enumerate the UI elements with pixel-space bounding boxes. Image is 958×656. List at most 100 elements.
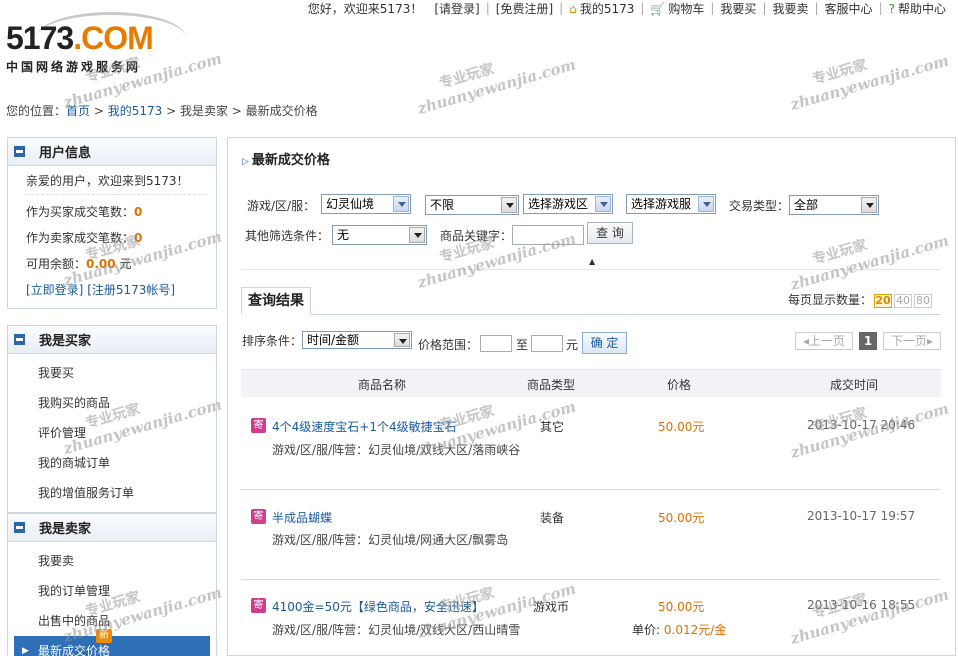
new-badge: 新 — [96, 629, 112, 643]
home-icon: ⌂ — [569, 1, 577, 16]
sort-label: 排序条件： — [242, 334, 303, 348]
price-max-input[interactable] — [531, 335, 563, 352]
sell-link[interactable]: 我要卖 — [766, 0, 814, 17]
breadcrumb: 您的位置：首页 > 我的5173 > 我是卖家 > 最新成交价格 — [6, 104, 318, 118]
item-price: 50.00元 — [658, 600, 705, 614]
login-now-link[interactable]: [立即登录] — [26, 283, 83, 297]
trade-type-label: 交易类型： — [729, 199, 790, 213]
login-link[interactable]: [请登录] — [428, 0, 485, 17]
item-type: 游戏币 — [533, 600, 570, 614]
game-select[interactable]: 幻灵仙境 — [321, 194, 411, 214]
col-price: 价格 — [667, 378, 692, 392]
confirm-button[interactable]: 确 定 — [582, 332, 627, 354]
buyer-item-vas-orders[interactable]: 我的增值服务订单 — [8, 478, 216, 508]
item-server: 游戏/区/服/阵营：幻灵仙境/网通大区/飘雾岛 — [272, 533, 509, 547]
arrow-right-icon: ▶ — [22, 646, 29, 656]
page-current[interactable]: 1 — [859, 332, 877, 350]
item-price: 50.00元 — [658, 511, 705, 525]
trade-type-select[interactable]: 全部 — [789, 195, 879, 215]
breadcrumb-my5173[interactable]: 我的5173 — [108, 104, 163, 118]
logo-brand: 5173 — [6, 20, 74, 56]
help-link[interactable]: ? 帮助中心 — [883, 0, 952, 17]
item-type: 其它 — [540, 420, 565, 434]
chevron-down-icon — [595, 196, 611, 212]
cart-link[interactable]: 🛒 购物车 — [644, 0, 710, 17]
consign-tag: 寄 — [251, 418, 266, 433]
per-page-80[interactable]: 80 — [914, 294, 933, 308]
buyer-item-buy[interactable]: 我要买 — [8, 358, 216, 388]
buyer-item-mall-orders[interactable]: 我的商城订单 — [8, 448, 216, 478]
welcome-text: 亲爱的用户，欢迎来到5173！ — [26, 172, 206, 195]
item-name-link[interactable]: 半成品蝴蝶 — [272, 509, 332, 526]
seller-count: 0 — [134, 231, 143, 245]
item-name-link[interactable]: 4个4级速度宝石+1个4级敏捷宝石 — [272, 418, 457, 435]
register-account-link[interactable]: [注册5173帐号] — [87, 283, 175, 297]
col-time: 成交时间 — [830, 378, 879, 392]
item-name-link[interactable]: 4100金=50元【绿色商品，安全迅速】 — [272, 598, 484, 615]
table-row: 寄 4100金=50元【绿色商品，安全迅速】 游戏/区/服/阵营：幻灵仙境/双线… — [241, 580, 941, 656]
keyword-input[interactable] — [512, 225, 584, 245]
seller-panel: 我是卖家 我要卖 我的订单管理 出售中的商品 ▶ 最新成交价格 新 — [7, 513, 217, 656]
item-type: 装备 — [540, 511, 565, 525]
cart-icon: 🛒 — [650, 1, 666, 16]
seller-item-orders[interactable]: 我的订单管理 — [8, 576, 216, 606]
per-page-40[interactable]: 40 — [894, 294, 913, 308]
site-logo[interactable]: 5173.COM 中国网络游戏服务网 — [6, 12, 186, 76]
top-nav: 您好，欢迎来5173！ [请登录] | [免费注册] | ⌂ 我的5173 | 🛒… — [302, 0, 952, 16]
buyer-item-purchased[interactable]: 我购买的商品 — [8, 388, 216, 418]
price-min-input[interactable] — [480, 335, 512, 352]
greeting-text: 您好，欢迎来5173！ — [307, 1, 423, 16]
seller-item-latest-prices[interactable]: ▶ 最新成交价格 新 — [14, 629, 210, 656]
buyer-count: 0 — [134, 205, 143, 219]
game-label: 游戏/区/服： — [247, 199, 316, 213]
logo-domain: .COM — [73, 20, 154, 56]
item-time: 2013-10-16 18:55 — [807, 598, 916, 612]
other-filter-label: 其他筛选条件： — [245, 229, 330, 243]
buyer-item-reviews[interactable]: 评价管理 — [8, 418, 216, 448]
prev-page-button[interactable]: ◂上一页 — [795, 332, 853, 350]
next-page-button[interactable]: 下一页▸ — [883, 332, 941, 350]
breadcrumb-home[interactable]: 首页 — [66, 104, 90, 118]
item-time: 2013-10-17 19:57 — [807, 509, 916, 523]
buyer-panel: 我是买家 我要买 我购买的商品 评价管理 我的商城订单 我的增值服务订单 — [7, 325, 217, 513]
unlimited-select[interactable]: 不限 — [425, 195, 519, 215]
chevron-down-icon — [394, 333, 410, 347]
chevron-down-icon — [393, 196, 409, 212]
server-select[interactable]: 选择游戏服 — [626, 194, 716, 214]
collapse-icon[interactable] — [14, 146, 25, 157]
table-header: 商品名称 商品类型 价格 成交时间 — [241, 369, 941, 397]
collapse-up-icon[interactable]: ▲ — [589, 257, 595, 266]
col-type: 商品类型 — [527, 378, 576, 392]
my5173-link[interactable]: ⌂ 我的5173 — [563, 0, 640, 17]
other-filter-select[interactable]: 无 — [332, 225, 427, 245]
panel-title: 我是卖家 — [39, 522, 92, 537]
panel-title: 用户信息 — [39, 146, 92, 161]
consign-tag: 寄 — [251, 598, 266, 613]
seller-item-sell[interactable]: 我要卖 — [8, 546, 216, 576]
register-link[interactable]: [免费注册] — [490, 0, 559, 17]
tab-results[interactable]: 查询结果 — [241, 287, 311, 315]
chevron-down-icon — [501, 197, 517, 213]
price-range-label: 价格范围： — [418, 338, 479, 352]
chevron-down-icon — [409, 227, 425, 243]
sort-select[interactable]: 时间/金额 — [302, 331, 412, 349]
consign-tag: 寄 — [251, 509, 266, 524]
collapse-icon[interactable] — [14, 334, 25, 345]
per-page: 每页显示数量： 20 40 80 — [788, 293, 933, 308]
help-icon: ? — [888, 1, 895, 16]
service-link[interactable]: 客服中心 — [819, 0, 879, 17]
item-price: 50.00元 — [658, 420, 705, 434]
table-row: 寄 4个4级速度宝石+1个4级敏捷宝石 游戏/区/服/阵营：幻灵仙境/双线大区/… — [241, 397, 941, 490]
arrow-right-icon: ▷ — [242, 157, 249, 167]
balance-value: 0.00 — [86, 257, 116, 271]
watermark: 专业玩家 zhuanyewanjia.com — [788, 51, 951, 114]
area-select[interactable]: 选择游戏区 — [523, 194, 613, 214]
seller-item-on-sale[interactable]: 出售中的商品 — [8, 606, 216, 636]
logo-tagline: 中国网络游戏服务网 — [6, 60, 142, 74]
collapse-icon[interactable] — [14, 522, 25, 533]
per-page-20[interactable]: 20 — [874, 294, 893, 308]
user-info-panel: 用户信息 亲爱的用户，欢迎来到5173！ 作为买家成交笔数：0 作为卖家成交笔数… — [7, 137, 217, 309]
buy-link[interactable]: 我要买 — [714, 0, 762, 17]
search-button[interactable]: 查 询 — [587, 222, 633, 244]
panel-title: 我是买家 — [39, 334, 92, 349]
